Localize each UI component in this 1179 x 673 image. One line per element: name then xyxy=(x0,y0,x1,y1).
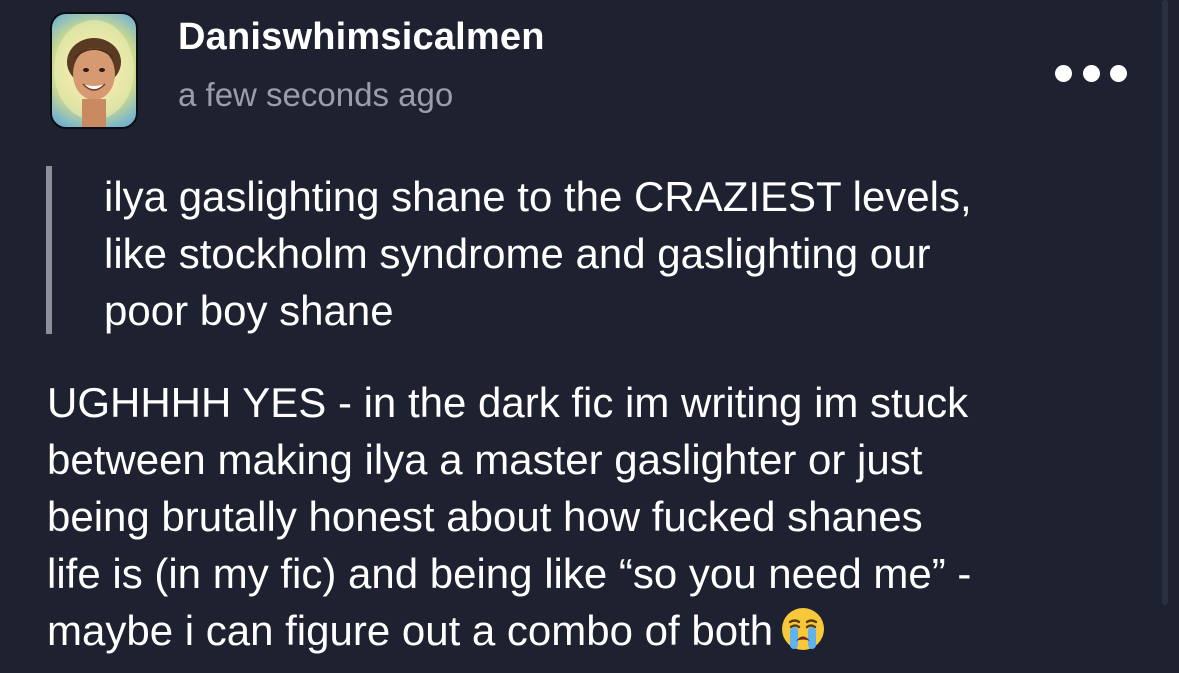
dot-icon xyxy=(1110,64,1127,82)
reply-line: being brutally honest about how fucked s… xyxy=(47,493,923,540)
post-timestamp: a few seconds ago xyxy=(178,76,454,113)
avatar-portrait-icon xyxy=(54,20,134,127)
reply-line-last: maybe i can figure out a combo of both xyxy=(47,602,1147,659)
quote-line: ilya gaslighting shane to the CRAZIEST l… xyxy=(104,173,972,220)
dot-icon xyxy=(1055,64,1072,82)
username[interactable]: Daniswhimsicalmen xyxy=(178,16,545,59)
avatar[interactable] xyxy=(50,12,138,129)
reply-text: UGHHHH YES - in the dark fic im writing … xyxy=(47,374,1147,659)
quote-bar xyxy=(46,166,52,334)
crying-face-icon xyxy=(779,605,827,653)
quote-text: ilya gaslighting shane to the CRAZIEST l… xyxy=(104,168,1114,339)
more-options-button[interactable] xyxy=(1055,60,1127,86)
reply-line: maybe i can figure out a combo of both xyxy=(47,607,774,654)
dot-icon xyxy=(1082,64,1100,82)
quoted-text-block: ilya gaslighting shane to the CRAZIEST l… xyxy=(46,166,1126,334)
quote-line: poor boy shane xyxy=(104,287,394,334)
reply-line: between making ilya a master gaslighter … xyxy=(47,436,923,483)
post-card: Daniswhimsicalmen a few seconds ago ilya… xyxy=(0,0,1179,673)
quote-line: like stockholm syndrome and gaslighting … xyxy=(104,230,931,277)
reply-line: life is (in my fic) and being like “so y… xyxy=(47,550,972,597)
scrollbar[interactable] xyxy=(1162,0,1168,605)
reply-line: UGHHHH YES - in the dark fic im writing … xyxy=(47,379,969,426)
